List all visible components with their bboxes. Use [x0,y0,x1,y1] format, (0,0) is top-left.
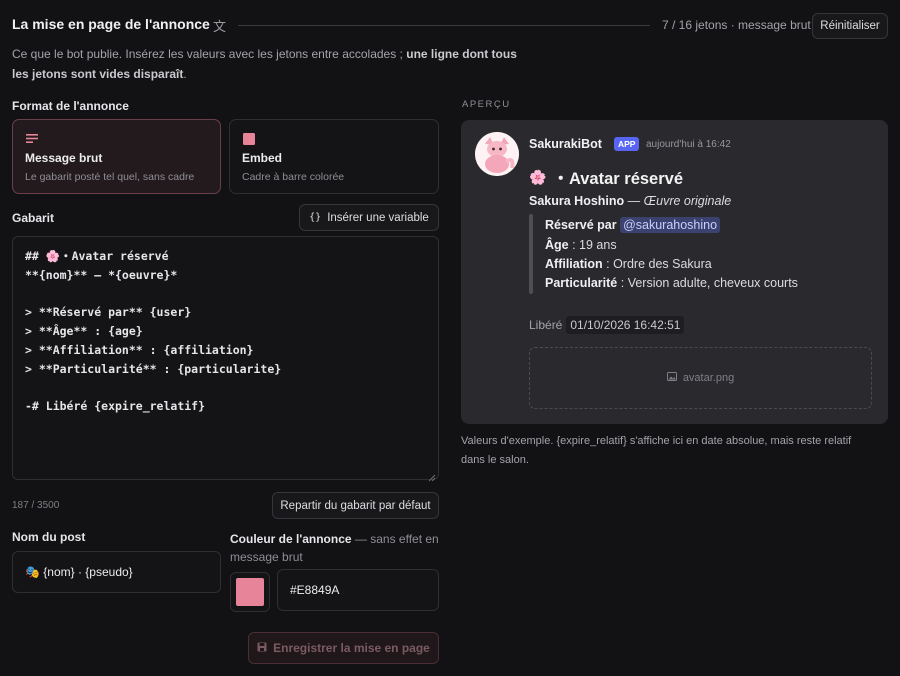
preview-field: Particularité : Version adulte, cheveux … [545,276,798,290]
post-name-label: Nom du post [12,530,86,544]
save-layout-button[interactable]: Enregistrer la mise en page [248,632,439,664]
resize-handle-icon[interactable] [428,469,436,482]
template-line: ## 🌸・Avatar réservé [25,249,169,263]
template-line [25,379,426,398]
format-option-title: Embed [242,151,283,165]
format-option-embed[interactable]: Embed Cadre à barre colorée [229,119,439,194]
preview-heading: 🌸 ・Avatar réservé [529,168,683,189]
preview-field: Affiliation : Ordre des Sakura [545,257,712,271]
color-swatch[interactable] [230,572,270,612]
char-counter: 187 / 3500 [12,500,60,511]
template-label: Gabarit [12,211,55,225]
preview-field: Réservé par @sakurahoshino [545,217,721,233]
liberated-line: Libéré 01/10/2026 16:42:51 [529,316,685,334]
template-line [25,285,426,304]
color-swatch-fill [236,578,264,606]
quote-bar [529,214,533,294]
format-option-title: Message brut [25,151,103,165]
page-description: Ce que le bot publie. Insérez les valeur… [12,47,517,81]
bot-avatar [475,132,519,176]
preview-section-label: APERÇU [462,99,511,110]
message-timestamp: aujourd'hui à 16:42 [646,139,731,150]
image-icon [666,372,677,384]
preview-subtitle: Sakura Hoshino — Œuvre originale [529,194,732,208]
template-line: > **Particularité** : {particularite} [25,361,282,376]
cherry-blossom-icon: 🌸 [529,168,547,185]
template-line: > **Affiliation** : {affiliation} [25,342,254,357]
preview-note: Valeurs d'exemple. {expire_relatif} s'af… [461,435,852,466]
template-line: **{nom}** — *{oeuvre}* [25,267,178,282]
title-divider [238,25,650,26]
insert-variable-button[interactable]: {} Insérer une variable [299,204,439,231]
square-icon [243,133,255,148]
lines-icon [26,133,39,147]
reset-default-template-button[interactable]: Repartir du gabarit par défaut [272,492,439,519]
translate-icon: 文 [213,19,227,34]
image-placeholder: avatar.png [529,347,872,409]
braces-icon: {} [309,212,322,223]
save-icon [257,641,267,655]
template-line: > **Âge** : {age} [25,324,143,339]
template-line: -# Libéré {expire_relatif} [25,399,206,414]
color-hex-input[interactable]: #E8849A [277,569,439,611]
color-label: Couleur de l'annonce — sans effet en mes… [230,532,439,564]
format-option-raw-message[interactable]: Message brut Le gabarit posté tel quel, … [12,119,221,194]
bot-name: SakurakiBot [529,137,602,151]
token-status: 7 / 16 jetons · message brut [662,18,811,32]
format-option-subtitle: Cadre à barre colorée [242,171,345,183]
template-line: > **Réservé par** {user} [25,305,192,320]
format-option-subtitle: Le gabarit posté tel quel, sans cadre [25,171,195,183]
page-title: La mise en page de l'annonce [12,16,210,32]
user-mention[interactable]: @sakurahoshino [620,217,721,233]
app-badge: APP [614,137,640,151]
template-editor[interactable]: ## 🌸・Avatar réservé **{nom}** — *{oeuvre… [12,236,439,482]
preview-field: Âge : 19 ans [545,238,617,252]
format-label: Format de l'annonce [12,99,129,113]
message-preview: SakurakiBot APP aujourd'hui à 16:42 🌸 ・A… [461,120,888,424]
post-name-input[interactable]: 🎭 {nom} · {pseudo} [12,551,221,593]
reset-button[interactable]: Réinitialiser [812,13,888,39]
liberated-date: 01/10/2026 16:42:51 [566,316,685,334]
